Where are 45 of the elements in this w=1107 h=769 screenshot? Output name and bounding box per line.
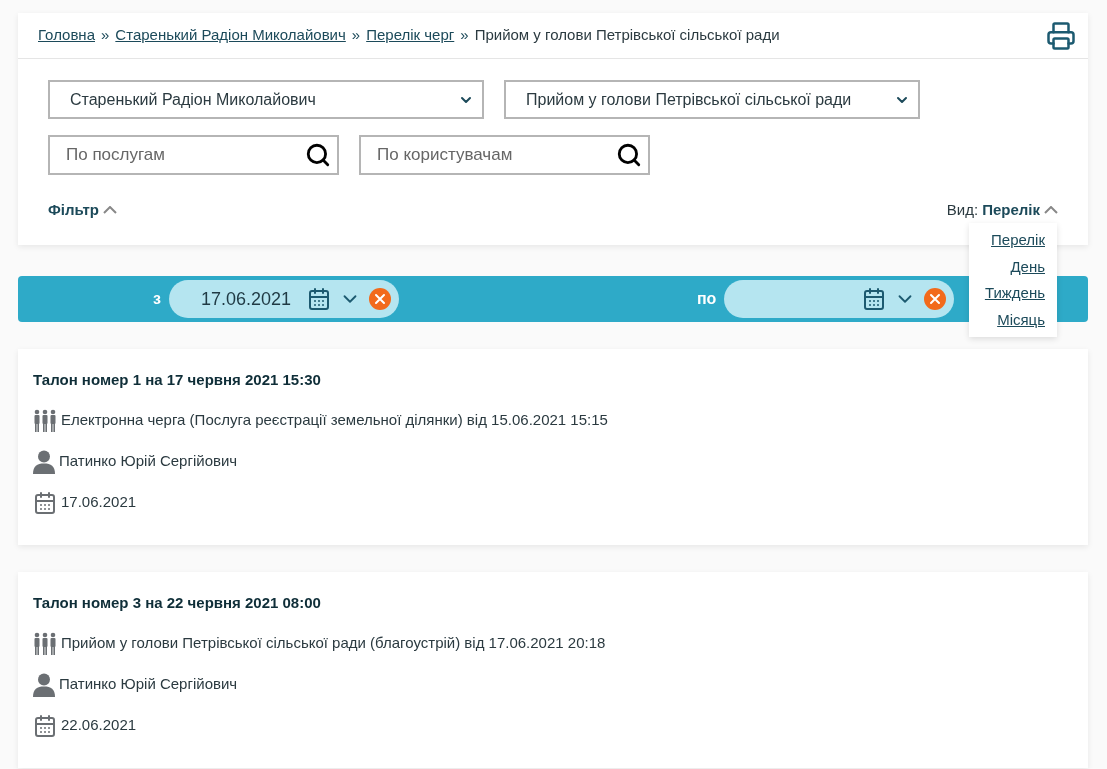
user-icon	[33, 672, 55, 697]
date-label: з	[153, 289, 161, 309]
search-icon[interactable]	[305, 142, 331, 168]
calendar-icon[interactable]	[862, 287, 887, 311]
ticket-person: Патинко Юрій Сергійович	[59, 674, 238, 695]
filter-toggle[interactable]: Фільтр	[48, 199, 117, 222]
view-menu-item[interactable]: Місяць	[997, 308, 1045, 331]
breadcrumb-link[interactable]: Старенький Радіон Миколайович	[115, 24, 346, 47]
calendar-icon	[33, 490, 57, 515]
view-menu-item[interactable]: Перелік	[991, 229, 1045, 252]
search-field[interactable]: По послугам	[48, 135, 339, 175]
date-label: по	[696, 289, 717, 309]
clear-icon[interactable]	[368, 288, 391, 310]
date-field[interactable]	[724, 280, 955, 318]
ticket-date: 22.06.2021	[61, 715, 137, 736]
people-icon	[33, 408, 57, 433]
calendar-icon[interactable]	[306, 287, 331, 311]
date-field[interactable]: 17.06.2021	[168, 280, 399, 318]
people-icon	[33, 631, 57, 656]
ticket-person: Патинко Юрій Сергійович	[59, 451, 238, 472]
ticket-date: 17.06.2021	[61, 492, 137, 513]
view-toggle[interactable]: Перелік	[982, 199, 1058, 222]
clear-icon[interactable]	[924, 288, 947, 310]
view-menu-item[interactable]: День	[1010, 255, 1045, 278]
breadcrumb-separator: »	[101, 25, 110, 46]
chevron-up-icon	[102, 206, 117, 215]
chevron-up-icon	[1044, 206, 1058, 215]
breadcrumb-link[interactable]: Перелік черг	[366, 24, 455, 47]
ticket-title: Талон номер 1 на 17 червня 2021 15:30	[33, 370, 322, 390]
breadcrumb-current: Прийом у голови Петрівської сільської ради	[474, 25, 780, 46]
printer-icon[interactable]	[1046, 20, 1076, 51]
breadcrumb-link[interactable]: Головна	[38, 24, 95, 47]
ticket-service: Електронна черга (Послуга реєстрації земельної ділянки) від 15.06.2021 15:15	[61, 410, 608, 431]
ticket-service: Прийом у голови Петрівської сільської ради (благоустрій) від 17.06.2021 20:18	[61, 633, 606, 654]
ticket-title: Талон номер 3 на 22 червня 2021 08:00	[33, 593, 322, 613]
user-icon	[33, 449, 55, 474]
view-menu-item[interactable]: Тиждень	[984, 282, 1045, 305]
calendar-icon	[33, 713, 57, 738]
breadcrumb-separator: »	[460, 25, 469, 46]
search-icon[interactable]	[616, 142, 642, 168]
dropdown-select[interactable]: Прийом у голови Петрівської сільської ради	[504, 80, 920, 119]
search-field[interactable]: По користувачам	[359, 135, 650, 175]
dropdown-select[interactable]: Старенький Радіон Миколайович	[48, 80, 484, 119]
view-label: Вид:	[946, 200, 979, 220]
breadcrumb-separator: »	[351, 25, 361, 46]
